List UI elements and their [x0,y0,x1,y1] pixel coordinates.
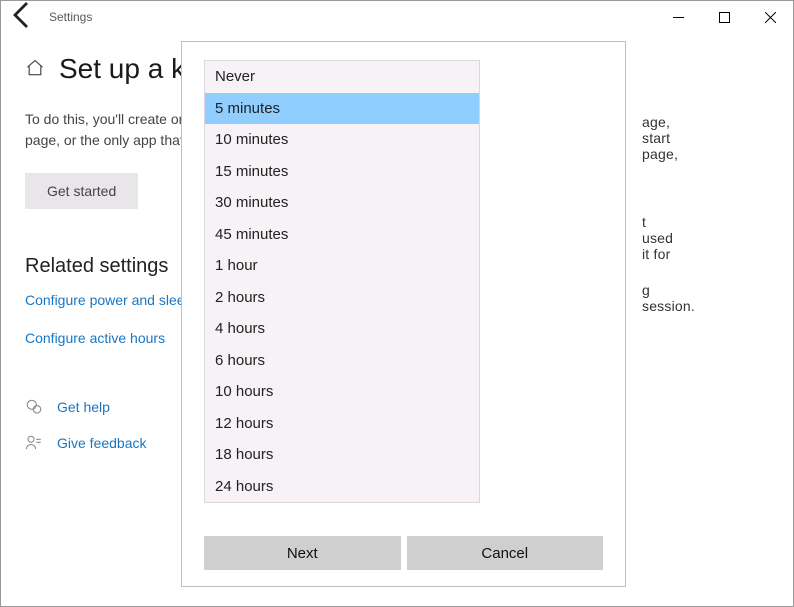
give-feedback-label: Give feedback [57,435,147,451]
timeout-listbox[interactable]: Never5 minutes10 minutes15 minutes30 min… [204,60,480,503]
next-button[interactable]: Next [204,536,401,570]
window-title: Settings [49,10,92,24]
help-icon [25,398,43,416]
feedback-icon [25,434,43,452]
timeout-option[interactable]: 24 hours [205,471,479,503]
cancel-button[interactable]: Cancel [407,536,604,570]
timeout-option[interactable]: 15 minutes [205,156,479,188]
timeout-option[interactable]: 10 hours [205,376,479,408]
bg-text-frag: t used it for [642,214,673,262]
timeout-option[interactable]: 1 hour [205,250,479,282]
timeout-option[interactable]: 45 minutes [205,219,479,251]
back-button[interactable] [7,0,39,36]
bg-text-frag: g session. [642,282,695,314]
timeout-option[interactable]: 30 minutes [205,187,479,219]
bg-text-frag: age, start page, [642,114,678,162]
timeout-option[interactable]: 12 hours [205,408,479,440]
timeout-option[interactable]: 2 hours [205,282,479,314]
maximize-button[interactable] [701,1,747,33]
timeout-option[interactable]: 5 minutes [205,93,479,125]
timeout-option[interactable]: 4 hours [205,313,479,345]
titlebar: Settings [1,1,793,33]
timeout-option[interactable]: 18 hours [205,439,479,471]
close-button[interactable] [747,1,793,33]
get-started-button[interactable]: Get started [25,173,138,209]
timeout-dialog: age, start page, t used it for g session… [181,41,626,587]
home-icon [25,58,45,81]
timeout-option[interactable]: Never [205,61,479,93]
get-help-label: Get help [57,399,110,415]
timeout-option[interactable]: 10 minutes [205,124,479,156]
minimize-button[interactable] [655,1,701,33]
timeout-option[interactable]: 6 hours [205,345,479,377]
